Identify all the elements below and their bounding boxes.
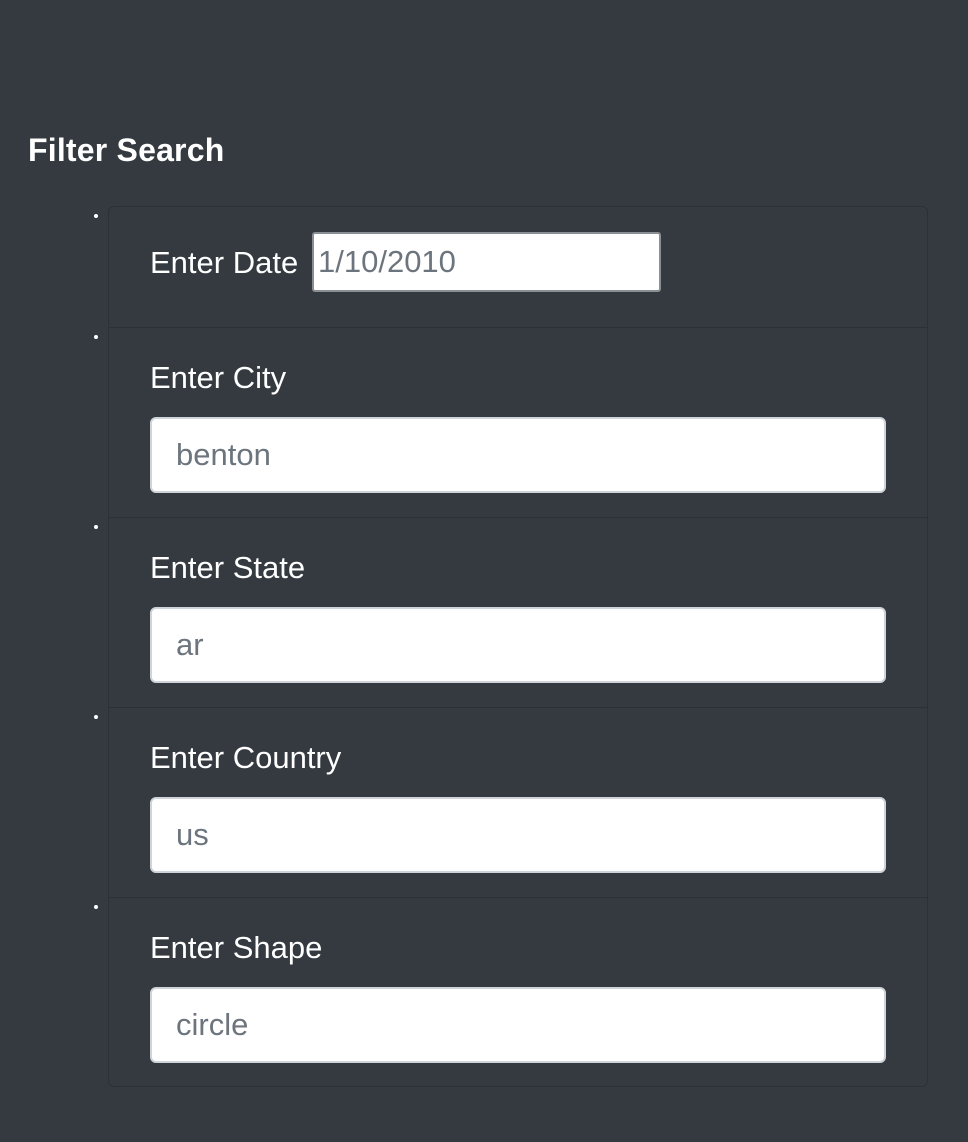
state-input[interactable] [150, 607, 886, 683]
city-input[interactable] [150, 417, 886, 493]
country-label: Enter Country [150, 740, 342, 775]
shape-label: Enter Shape [150, 930, 323, 965]
date-input[interactable] [312, 232, 661, 292]
state-label: Enter State [150, 550, 306, 585]
filter-item-date: Enter Date [109, 207, 927, 328]
filter-item-city: Enter City [109, 328, 927, 518]
filter-list: Enter Date Enter City Enter State Enter … [108, 206, 928, 1087]
shape-input[interactable] [150, 987, 886, 1063]
filter-item-state: Enter State [109, 518, 927, 708]
page-title: Filter Search [28, 132, 225, 168]
date-label: Enter Date [150, 245, 299, 280]
filter-item-country: Enter Country [109, 708, 927, 898]
filter-item-shape: Enter Shape [109, 898, 927, 1088]
city-label: Enter City [150, 360, 287, 395]
country-input[interactable] [150, 797, 886, 873]
